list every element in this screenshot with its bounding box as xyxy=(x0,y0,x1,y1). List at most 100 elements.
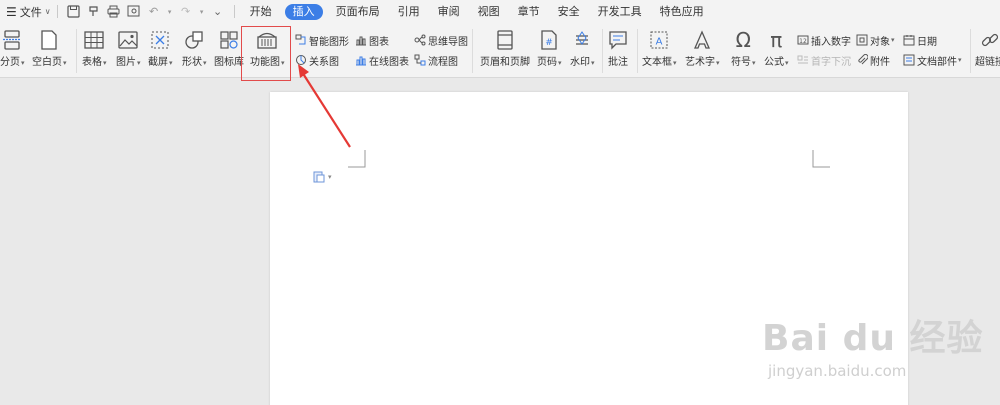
online-chart-icon xyxy=(355,54,367,66)
paste-options-icon[interactable]: ▾ xyxy=(313,170,332,183)
dropdown-icon[interactable]: ▾ xyxy=(167,5,173,19)
attachment-label: 附件 xyxy=(870,56,890,68)
symbol-label: 符号 xyxy=(731,57,751,68)
text-box-button[interactable]: A 文本框▾ xyxy=(642,29,677,69)
omega-icon: Ω xyxy=(735,28,751,52)
smart-art-button[interactable]: 智能图形 xyxy=(295,33,349,48)
mind-map-button[interactable]: 思维导图 xyxy=(414,33,468,48)
comment-icon xyxy=(608,29,628,51)
flowchart-button[interactable]: 流程图 xyxy=(414,53,458,68)
separator xyxy=(56,5,58,18)
word-art-button[interactable]: 艺术字▾ xyxy=(685,29,720,69)
tab-references[interactable]: 引用 xyxy=(389,0,429,23)
tab-home[interactable]: 开始 xyxy=(241,0,281,23)
separator xyxy=(602,29,603,73)
function-chart-button[interactable]: 功能图▾ xyxy=(250,29,285,69)
date-button[interactable]: 日期 xyxy=(903,33,937,48)
attachment-button[interactable]: 附件 xyxy=(856,53,890,68)
chart-button[interactable]: 图表 xyxy=(355,33,389,48)
caret-down-icon: ▾ xyxy=(716,59,720,67)
calendar-icon xyxy=(903,34,915,46)
separator xyxy=(76,29,77,73)
file-menu[interactable]: ☰ 文件 ∨ xyxy=(6,0,51,23)
caret-down-icon: ▾ xyxy=(558,59,562,67)
screenshot-button[interactable]: 截屏▾ xyxy=(148,29,173,69)
caret-down-icon: ▾ xyxy=(21,59,25,67)
svg-text:A: A xyxy=(656,37,663,48)
menu-bar: ☰ 文件 ∨ ↶ ▾ ↷ ▾ ⌄ 开始 插入 页面布局 引用 审阅 视图 章节 … xyxy=(0,0,1000,23)
online-chart-button[interactable]: 在线图表 xyxy=(355,53,409,68)
redo-icon[interactable]: ↷ xyxy=(179,5,193,19)
watermark-icon xyxy=(572,29,592,51)
shapes-button[interactable]: 形状▾ xyxy=(182,29,207,69)
relation-chart-button[interactable]: 关系图 xyxy=(295,53,339,68)
chart-label: 图表 xyxy=(369,36,389,48)
blank-page-button[interactable]: 空白页▾ xyxy=(32,29,67,69)
svg-text:12: 12 xyxy=(799,38,807,45)
drop-cap-icon xyxy=(797,54,809,66)
hyperlink-button[interactable]: 超链接 xyxy=(975,29,1000,69)
print-icon[interactable] xyxy=(107,5,121,19)
tab-section[interactable]: 章节 xyxy=(509,0,549,23)
tab-security[interactable]: 安全 xyxy=(549,0,589,23)
caret-down-icon: ▾ xyxy=(137,59,141,67)
formula-button[interactable]: π 公式▾ xyxy=(764,28,789,69)
page-number-button[interactable]: # 页码▾ xyxy=(537,29,562,69)
comment-button[interactable]: 批注 xyxy=(608,29,628,69)
caret-down-icon: ▾ xyxy=(63,59,67,67)
dropdown-icon[interactable]: ▾ xyxy=(199,5,205,19)
save-icon[interactable] xyxy=(67,4,81,19)
smart-art-label: 智能图形 xyxy=(309,36,349,48)
caret-down-icon: ▾ xyxy=(169,59,173,67)
crop-mark-left xyxy=(348,150,366,168)
caret-down-icon: ▾ xyxy=(785,59,789,67)
tab-view[interactable]: 视图 xyxy=(469,0,509,23)
customize-toolbar-icon[interactable]: ⌄ xyxy=(211,5,225,19)
function-chart-icon xyxy=(256,29,278,51)
separator xyxy=(233,5,235,18)
header-footer-button[interactable]: 页眉和页脚 xyxy=(480,29,530,69)
page-break-icon xyxy=(2,29,22,51)
insert-number-button[interactable]: 12 插入数字 xyxy=(797,33,851,48)
symbol-button[interactable]: Ω 符号▾ xyxy=(731,28,756,69)
comment-label: 批注 xyxy=(608,57,628,68)
doc-parts-button[interactable]: 文档部件 ▾ xyxy=(903,53,962,68)
svg-text:#: # xyxy=(545,38,553,48)
object-button[interactable]: 对象 ▾ xyxy=(856,33,895,48)
shapes-label: 形状 xyxy=(182,57,202,68)
smart-art-icon xyxy=(295,34,307,46)
text-box-icon: A xyxy=(649,29,669,51)
watermark-button[interactable]: 水印▾ xyxy=(570,29,595,69)
drop-cap-button[interactable]: 首字下沉 xyxy=(797,53,851,68)
undo-icon[interactable]: ↶ xyxy=(147,5,161,19)
document-page[interactable]: ▾ xyxy=(270,92,908,405)
function-chart-label: 功能图 xyxy=(250,57,280,68)
chevron-down-icon: ∨ xyxy=(44,7,51,16)
hyperlink-label: 超链接 xyxy=(975,57,1000,68)
picture-button[interactable]: 图片▾ xyxy=(116,29,141,69)
caret-down-icon: ▾ xyxy=(103,59,107,67)
screenshot-label: 截屏 xyxy=(148,57,168,68)
doc-parts-icon xyxy=(903,54,915,66)
table-button[interactable]: 表格▾ xyxy=(82,29,107,69)
insert-number-label: 插入数字 xyxy=(811,36,851,48)
tab-developer[interactable]: 开发工具 xyxy=(589,0,651,23)
relation-chart-icon xyxy=(295,54,307,66)
caret-down-icon: ▾ xyxy=(752,59,756,67)
print-preview-icon[interactable] xyxy=(127,5,141,19)
object-icon xyxy=(856,34,868,46)
table-label: 表格 xyxy=(82,57,102,68)
icon-library-button[interactable]: 图标库 xyxy=(214,29,244,69)
page-break-button[interactable]: 分页▾ xyxy=(0,29,25,69)
tab-review[interactable]: 审阅 xyxy=(429,0,469,23)
tab-insert[interactable]: 插入 xyxy=(284,3,323,20)
word-art-icon xyxy=(692,29,712,51)
chevron-down-icon: ▾ xyxy=(328,172,332,181)
format-painter-icon[interactable] xyxy=(87,5,101,19)
separator xyxy=(472,29,473,73)
bar-chart-icon xyxy=(355,34,367,46)
tab-special-apps[interactable]: 特色应用 xyxy=(651,0,713,23)
doc-parts-label: 文档部件 xyxy=(917,56,957,68)
tab-page-layout[interactable]: 页面布局 xyxy=(327,0,389,23)
header-footer-label: 页眉和页脚 xyxy=(480,57,530,68)
